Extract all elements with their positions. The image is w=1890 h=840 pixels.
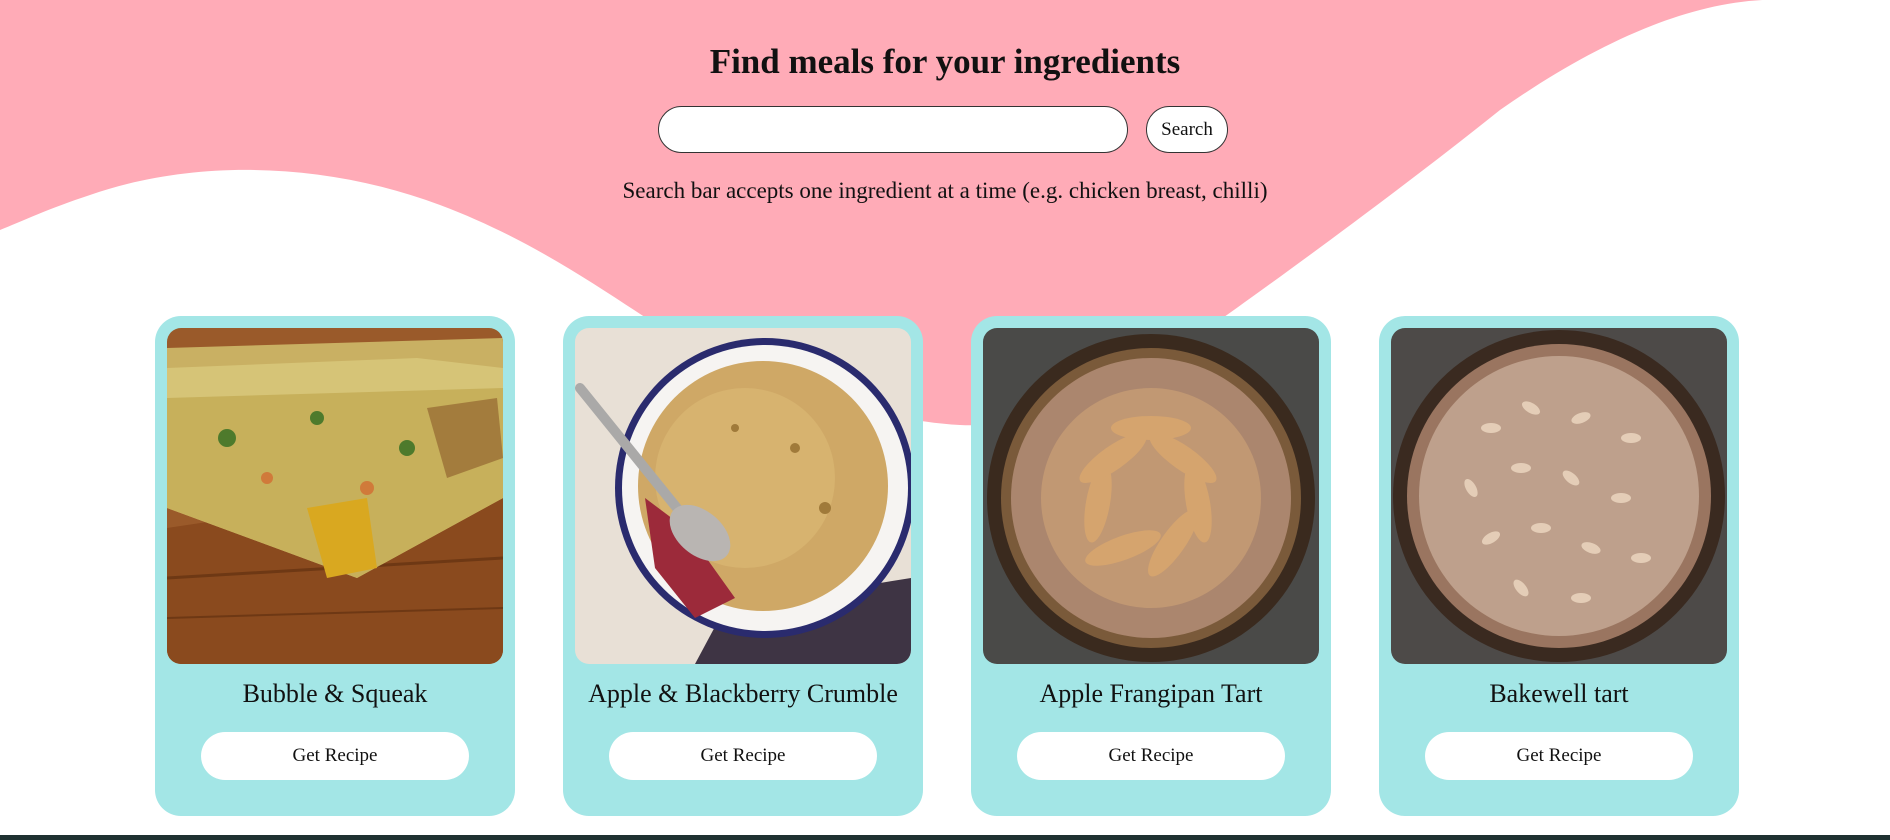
footer-divider bbox=[0, 835, 1890, 840]
bubble-squeak-photo-icon bbox=[167, 328, 503, 664]
search-row: Search bbox=[658, 106, 1228, 153]
recipe-title: Bubble & Squeak bbox=[242, 679, 428, 708]
recipe-title: Apple & Blackberry Crumble bbox=[588, 679, 898, 708]
bakewell-tart-photo-icon bbox=[1391, 328, 1727, 664]
frangipan-tart-photo-icon bbox=[983, 328, 1319, 664]
get-recipe-button[interactable]: Get Recipe bbox=[609, 732, 877, 780]
recipe-title: Bakewell tart bbox=[1489, 679, 1629, 708]
search-button[interactable]: Search bbox=[1146, 106, 1228, 153]
ingredient-search-input[interactable] bbox=[658, 106, 1128, 153]
recipe-card: Apple Frangipan Tart Get Recipe bbox=[971, 316, 1331, 816]
get-recipe-button[interactable]: Get Recipe bbox=[1017, 732, 1285, 780]
recipe-card-grid: Bubble & Squeak Get Recipe Apple & Black… bbox=[155, 316, 1739, 816]
page-title: Find meals for your ingredients bbox=[709, 42, 1181, 81]
recipe-card: Bubble & Squeak Get Recipe bbox=[155, 316, 515, 816]
crumble-photo-icon bbox=[575, 328, 911, 664]
recipe-card: Apple & Blackberry Crumble Get Recipe bbox=[563, 316, 923, 816]
search-hint: Search bar accepts one ingredient at a t… bbox=[622, 178, 1268, 203]
recipe-title: Apple Frangipan Tart bbox=[1039, 679, 1263, 708]
recipe-card: Bakewell tart Get Recipe bbox=[1379, 316, 1739, 816]
get-recipe-button[interactable]: Get Recipe bbox=[1425, 732, 1693, 780]
get-recipe-button[interactable]: Get Recipe bbox=[201, 732, 469, 780]
